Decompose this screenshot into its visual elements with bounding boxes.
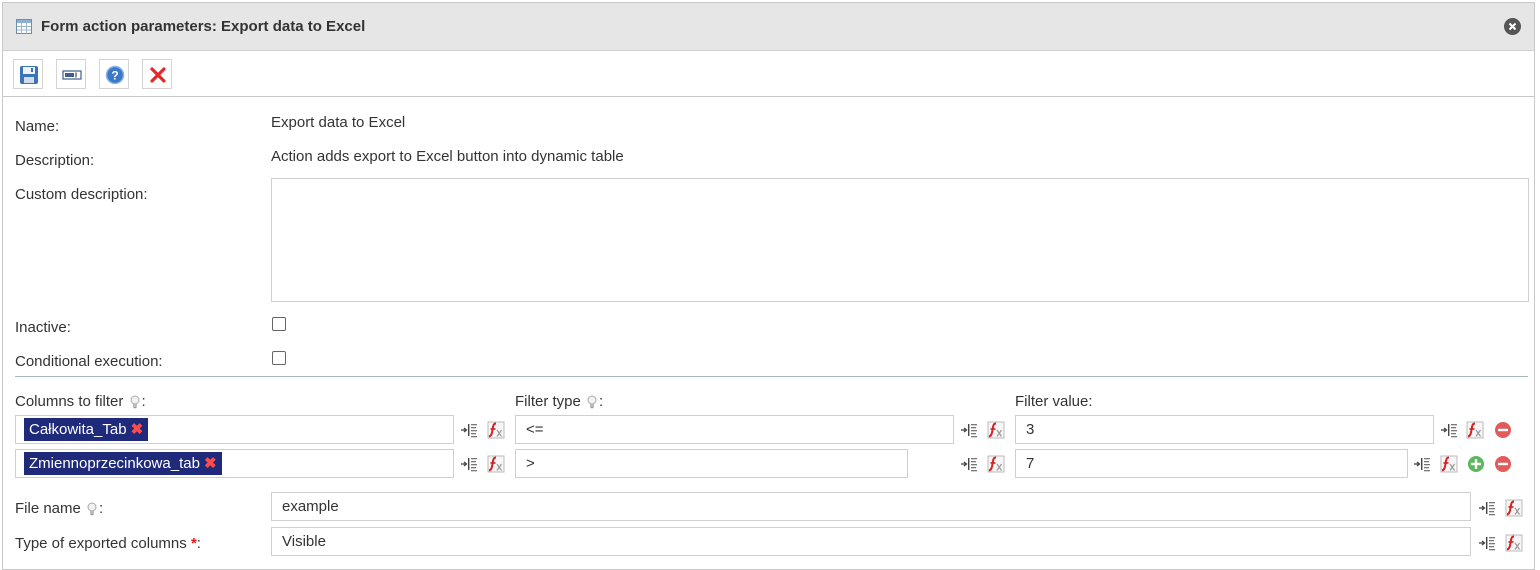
plus-circle-icon[interactable] <box>1467 455 1485 473</box>
minus-circle-icon[interactable] <box>1494 421 1512 439</box>
filter-type-input[interactable]: > <box>515 449 908 478</box>
dialog-titlebar: Form action parameters: Export data to E… <box>3 3 1534 51</box>
insert-variable-icon[interactable] <box>460 455 478 473</box>
filter-value-label: Filter value: <box>1015 393 1093 410</box>
file-name-input[interactable]: example <box>271 492 1471 521</box>
description-value: Action adds export to Excel button into … <box>271 148 624 165</box>
dialog: Form action parameters: Export data to E… <box>2 2 1535 570</box>
function-icon[interactable] <box>987 455 1005 473</box>
column-tag: Całkowita_Tab ✖ <box>24 418 149 441</box>
function-icon[interactable] <box>1466 421 1484 439</box>
insert-variable-icon[interactable] <box>460 421 478 439</box>
toolbar: ? <box>3 52 1534 97</box>
section-divider <box>15 376 1528 377</box>
save-button[interactable] <box>13 59 43 89</box>
exported-columns-label: Type of exported columns *: <box>15 535 201 552</box>
insert-variable-icon[interactable] <box>1413 455 1431 473</box>
filter-type-input[interactable]: <= <box>515 415 954 444</box>
function-icon[interactable] <box>1440 455 1458 473</box>
help-button[interactable]: ? <box>99 59 129 89</box>
custom-description-label: Custom description: <box>15 186 148 203</box>
lightbulb-icon <box>129 395 141 409</box>
delete-button[interactable] <box>142 59 172 89</box>
function-icon[interactable] <box>987 421 1005 439</box>
conditional-execution-label: Conditional execution: <box>15 353 163 370</box>
insert-variable-icon[interactable] <box>1440 421 1458 439</box>
function-icon[interactable] <box>487 421 505 439</box>
lightbulb-icon <box>86 502 98 516</box>
rename-button[interactable] <box>56 59 86 89</box>
dialog-title: Form action parameters: Export data to E… <box>41 18 366 35</box>
columns-to-filter-input[interactable]: Zmiennoprzecinkowa_tab ✖ <box>15 449 454 478</box>
insert-variable-icon[interactable] <box>960 455 978 473</box>
table-icon <box>16 19 32 34</box>
minus-circle-icon[interactable] <box>1494 455 1512 473</box>
filter-type-label: Filter type : <box>515 393 604 410</box>
column-tag: Zmiennoprzecinkowa_tab ✖ <box>24 452 222 475</box>
remove-tag-icon[interactable]: ✖ <box>131 418 144 441</box>
insert-variable-icon[interactable] <box>1478 499 1496 517</box>
file-name-label: File name : <box>15 500 104 517</box>
textbox-icon <box>62 70 82 80</box>
columns-to-filter-label: Columns to filter : <box>15 393 146 410</box>
custom-description-input[interactable] <box>271 178 1529 302</box>
inactive-label: Inactive: <box>15 319 71 336</box>
lightbulb-icon <box>586 395 598 409</box>
function-icon[interactable] <box>487 455 505 473</box>
close-icon[interactable] <box>1504 18 1521 35</box>
function-icon[interactable] <box>1505 499 1523 517</box>
inactive-checkbox[interactable] <box>272 317 286 331</box>
filter-value-input[interactable]: 3 <box>1015 415 1434 444</box>
floppy-disk-icon <box>20 66 38 84</box>
insert-variable-icon[interactable] <box>1478 534 1496 552</box>
svg-text:?: ? <box>111 69 118 83</box>
function-icon[interactable] <box>1505 534 1523 552</box>
delete-x-icon <box>150 67 166 83</box>
name-label: Name: <box>15 118 60 135</box>
remove-tag-icon[interactable]: ✖ <box>204 452 217 475</box>
help-icon: ? <box>105 65 125 85</box>
name-value: Export data to Excel <box>271 114 406 131</box>
insert-variable-icon[interactable] <box>960 421 978 439</box>
description-label: Description: <box>15 152 95 169</box>
columns-to-filter-input[interactable]: Całkowita_Tab ✖ <box>15 415 454 444</box>
conditional-execution-checkbox[interactable] <box>272 351 286 365</box>
filter-value-input[interactable]: 7 <box>1015 449 1408 478</box>
exported-columns-input[interactable]: Visible <box>271 527 1471 556</box>
